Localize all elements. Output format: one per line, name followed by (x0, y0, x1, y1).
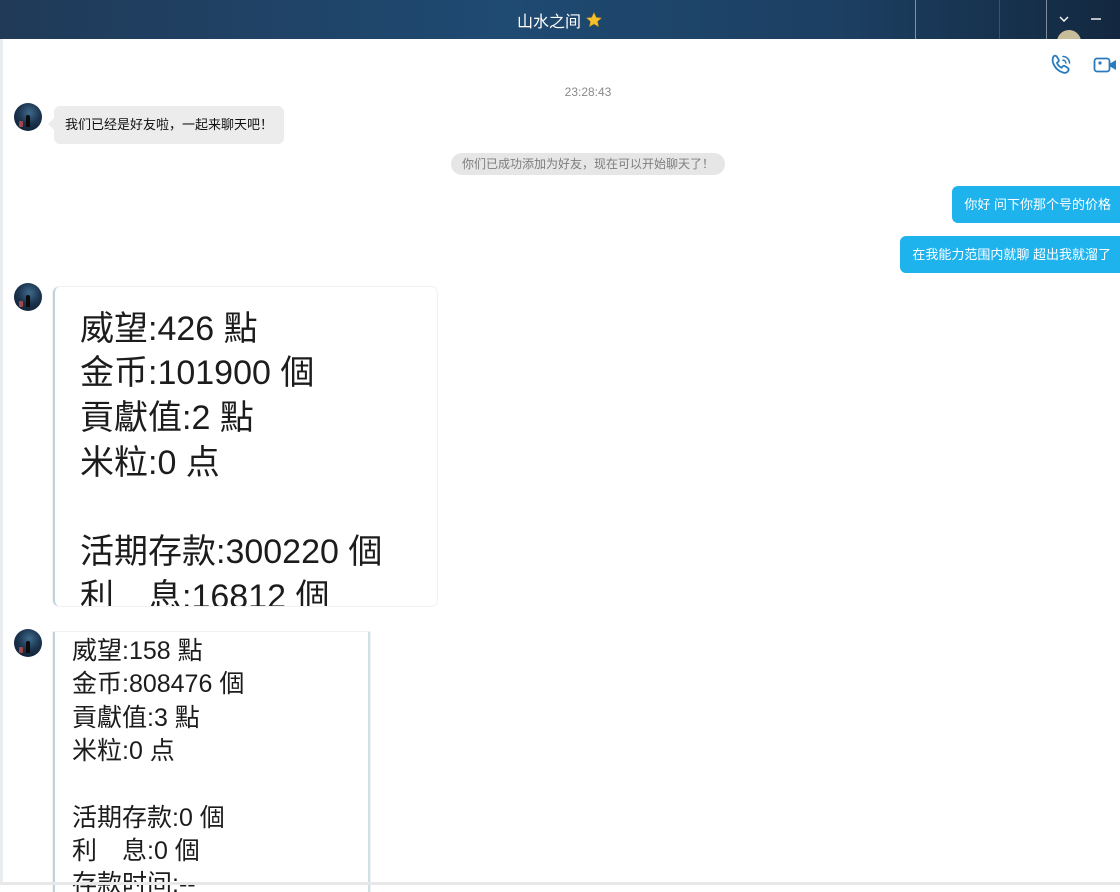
avatar[interactable] (14, 103, 42, 131)
minimize-icon (1091, 18, 1101, 20)
chat-title[interactable]: 山水之间 (517, 8, 581, 32)
chevron-down-button[interactable] (1051, 6, 1077, 32)
message-timestamp: 23:28:43 (564, 85, 612, 99)
image-message[interactable]: 威望:158 點 金币:808476 個 貢獻值:3 點 米粒:0 点 活期存款… (53, 632, 370, 892)
minimize-button[interactable] (1083, 6, 1109, 32)
image-text-line: 金币:808476 個 (72, 670, 245, 698)
outgoing-message: 你好 问下你那个号的价格 (952, 186, 1120, 223)
call-toolbar (1040, 52, 1120, 78)
image-text-line: 利 息:16812 個 (80, 578, 330, 606)
phone-call-icon[interactable] (1048, 52, 1074, 78)
image-text-line: 威望:158 點 (72, 637, 203, 665)
image-text-line: 利 息:0 個 (72, 837, 200, 865)
image-text-line: 貢獻值:3 點 (72, 704, 200, 732)
outgoing-message: 在我能力范围内就聊 超出我就溜了 (900, 236, 1120, 273)
star-icon[interactable] (585, 11, 603, 29)
avatar[interactable] (14, 283, 42, 311)
image-text-line: 活期存款:0 個 (72, 804, 225, 832)
incoming-message: 我们已经是好友啦，一起来聊天吧！ (47, 106, 285, 144)
system-notice: 你们已成功添加为好友，现在可以开始聊天了！ (451, 153, 725, 175)
video-call-icon[interactable] (1092, 52, 1118, 78)
chevron-down-icon (1059, 16, 1069, 22)
image-text-line: 存款时间:-- (72, 870, 196, 892)
image-text-line: 金币:101900 個 (80, 354, 315, 392)
title-bar: 山水之间 (0, 0, 1120, 39)
image-message[interactable]: 威望:426 點 金币:101900 個 貢獻值:2 點 米粒:0 点 活期存款… (53, 287, 437, 606)
image-text-line: 威望:426 點 (80, 310, 258, 348)
image-text-line: 米粒:0 点 (72, 737, 175, 765)
image-text-line: 貢獻值:2 點 (80, 399, 254, 437)
window-edge (0, 39, 3, 885)
image-text-line: 米粒:0 点 (80, 444, 220, 482)
avatar[interactable] (14, 629, 42, 657)
image-text-line: 活期存款:300220 個 (80, 533, 383, 571)
